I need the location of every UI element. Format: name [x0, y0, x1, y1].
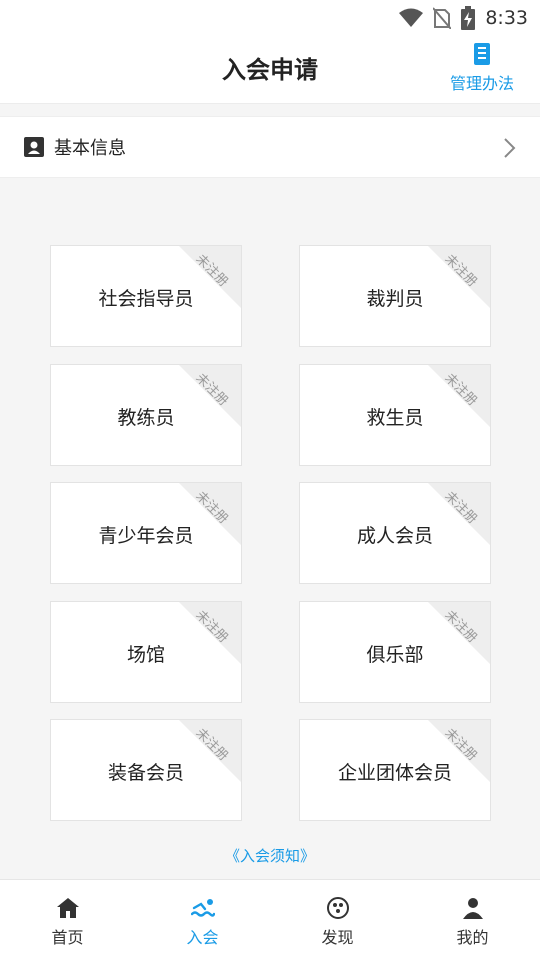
contact-card-icon [24, 137, 44, 157]
card-label: 救生员 [366, 407, 424, 429]
wifi-icon [399, 8, 424, 27]
card-coach[interactable]: 未注册 教练员 [50, 364, 242, 466]
card-label: 社会指导员 [98, 288, 194, 310]
card-venue[interactable]: 未注册 场馆 [50, 601, 242, 703]
tab-label: 入会 [186, 928, 219, 947]
no-sim-icon [433, 7, 452, 29]
card-label: 场馆 [126, 644, 165, 666]
card-label: 青少年会员 [98, 525, 194, 547]
status-bar: 8:33 [0, 0, 540, 36]
card-club[interactable]: 未注册 俱乐部 [299, 601, 491, 703]
card-label: 俱乐部 [366, 644, 424, 666]
app-header: 入会申请 管理办法 [0, 36, 540, 104]
tab-join[interactable]: 入会 [135, 880, 270, 960]
card-label: 装备会员 [107, 762, 184, 784]
basic-info-label: 基本信息 [54, 138, 126, 159]
card-equipment-member[interactable]: 未注册 装备会员 [50, 719, 242, 821]
card-youth-member[interactable]: 未注册 青少年会员 [50, 482, 242, 584]
tab-mine[interactable]: 我的 [405, 880, 540, 960]
card-label: 企业团体会员 [337, 762, 452, 784]
tab-home[interactable]: 首页 [0, 880, 135, 960]
tab-discover[interactable]: 发现 [270, 880, 405, 960]
home-icon [56, 898, 79, 918]
basic-info-row[interactable]: 基本信息 [0, 116, 540, 178]
card-referee[interactable]: 未注册 裁判员 [299, 245, 491, 347]
battery-charging-icon [461, 6, 476, 30]
tab-label: 我的 [456, 928, 489, 947]
tab-label: 首页 [51, 928, 84, 947]
card-lifeguard[interactable]: 未注册 救生员 [299, 364, 491, 466]
chevron-right-icon [504, 138, 516, 158]
tab-label: 发现 [321, 928, 354, 947]
management-rules-button[interactable]: 管理办法 [446, 42, 518, 94]
card-label: 教练员 [117, 407, 175, 429]
card-adult-member[interactable]: 未注册 成人会员 [299, 482, 491, 584]
clock: 8:33 [485, 7, 528, 29]
bottom-tab-bar: 首页 入会 发现 我的 [0, 879, 540, 960]
card-label: 裁判员 [366, 288, 424, 310]
membership-notice-link[interactable]: 《入会须知》 [0, 845, 540, 866]
card-social-instructor[interactable]: 未注册 社会指导员 [50, 245, 242, 347]
swimmer-icon [190, 899, 215, 917]
discover-icon [326, 897, 349, 919]
person-icon [462, 898, 483, 919]
book-icon [474, 43, 490, 65]
management-rules-label: 管理办法 [449, 74, 514, 93]
card-label: 成人会员 [356, 525, 433, 547]
card-corporate-group-member[interactable]: 未注册 企业团体会员 [299, 719, 491, 821]
